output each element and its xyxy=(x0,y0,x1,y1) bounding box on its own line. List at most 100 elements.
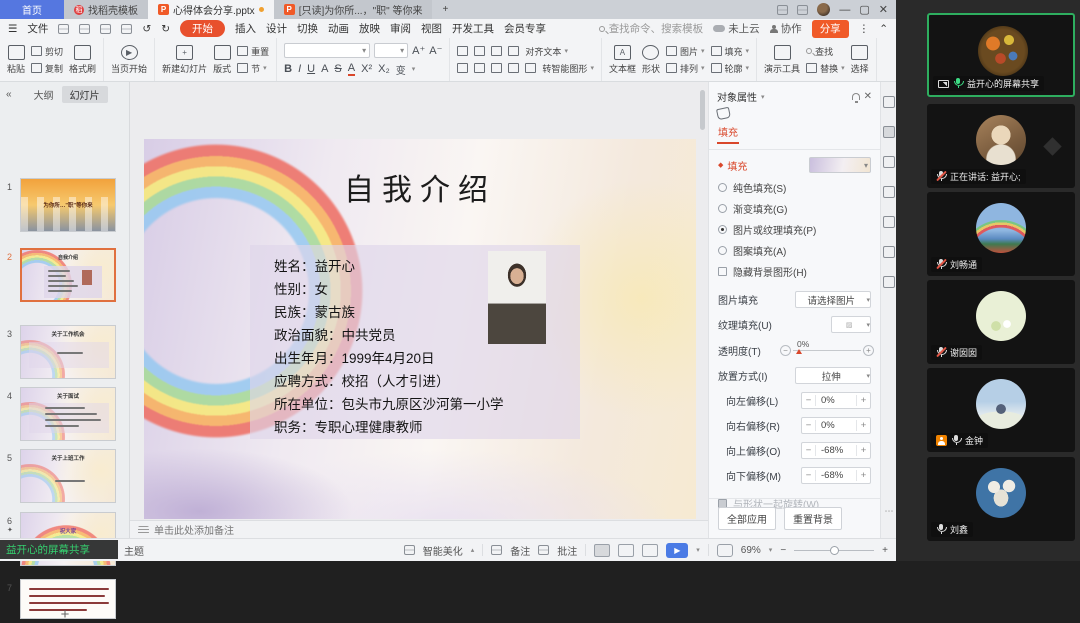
text-effect-button[interactable]: 变 xyxy=(396,62,406,77)
reset-button[interactable]: 重置 xyxy=(237,45,269,58)
share-button[interactable]: 分享 xyxy=(812,20,849,38)
shape-button[interactable]: 形状 xyxy=(642,45,660,75)
strikethrough-button[interactable]: S xyxy=(334,63,341,75)
split-view-icon[interactable] xyxy=(777,5,788,15)
more-panels-icon[interactable]: ⋯ xyxy=(882,506,896,517)
slide-fields[interactable]: 姓名：益开心 性别：女 民族：蒙古族 政治面貌：中共党员 出生年月：1999年4… xyxy=(274,255,504,439)
menu-slideshow[interactable]: 放映 xyxy=(359,21,380,36)
idea-icon[interactable] xyxy=(883,246,895,258)
superscript-button[interactable]: X² xyxy=(361,63,372,75)
outline-button[interactable]: 轮廓▾ xyxy=(711,62,750,75)
option-picture-fill[interactable]: 图片或纹理填充(P) xyxy=(718,222,871,237)
option-pattern-fill[interactable]: 图案填充(A) xyxy=(718,243,871,258)
align-left-icon[interactable] xyxy=(457,63,468,73)
close-panel-icon[interactable]: ✕ xyxy=(864,91,872,102)
font-size-combobox[interactable]: ▾ xyxy=(374,43,408,58)
recommend-icon[interactable] xyxy=(883,96,895,108)
smart-beautify-button[interactable]: 智能美化 xyxy=(423,543,463,558)
zoom-slider[interactable] xyxy=(794,550,874,551)
notes-bar[interactable]: 单击此处添加备注 xyxy=(130,520,708,538)
participant-tile[interactable]: 刘畅通 xyxy=(927,192,1075,276)
offset-down-stepper[interactable]: −-68%+ xyxy=(801,467,871,484)
format-painter-button[interactable]: 格式刷 xyxy=(69,45,96,75)
slide-thumbnail-5[interactable]: 关于上班工作 xyxy=(20,449,116,503)
participant-tile[interactable]: 金钟 xyxy=(927,368,1075,452)
increase-indent-icon[interactable] xyxy=(508,46,519,56)
menu-design[interactable]: 设计 xyxy=(266,21,287,36)
slideshow-play-button[interactable]: ▶ xyxy=(666,543,688,558)
participant-tile[interactable]: 刘鑫 xyxy=(927,457,1075,541)
copy-button[interactable]: 复制 xyxy=(31,62,63,75)
undo-icon[interactable]: ↺ xyxy=(142,23,151,35)
more-menu-icon[interactable]: ⋮ xyxy=(859,23,870,35)
decrease-indent-icon[interactable] xyxy=(491,46,502,56)
pin-icon[interactable] xyxy=(852,93,860,100)
notes-button[interactable]: 备注 xyxy=(510,543,530,558)
picture-button[interactable]: 图片▾ xyxy=(666,45,705,58)
menu-devtools[interactable]: 开发工具 xyxy=(452,21,494,36)
command-search[interactable]: 查找命令、搜索模板 xyxy=(599,21,704,36)
texture-fill-dropdown[interactable]: ▨▾ xyxy=(831,316,871,333)
arrange-button[interactable]: 排列▾ xyxy=(666,62,705,75)
user-avatar[interactable] xyxy=(817,3,830,16)
slider-thumb[interactable] xyxy=(796,349,802,354)
offset-left-stepper[interactable]: −0%+ xyxy=(801,392,871,409)
option-solid-fill[interactable]: 纯色填充(S) xyxy=(718,180,871,195)
save-icon[interactable] xyxy=(58,24,69,34)
redo-icon[interactable]: ↻ xyxy=(161,23,170,35)
menu-animation[interactable]: 动画 xyxy=(328,21,349,36)
replace-button[interactable]: 替换▾ xyxy=(806,62,845,75)
cut-button[interactable]: 剪切 xyxy=(31,45,63,58)
offset-right-stepper[interactable]: −0%+ xyxy=(801,417,871,434)
line-spacing-icon[interactable] xyxy=(525,63,536,73)
menu-insert[interactable]: 插入 xyxy=(235,21,256,36)
new-tab-button[interactable]: + xyxy=(432,0,458,19)
new-slide-button[interactable]: +新建幻灯片 xyxy=(162,45,207,75)
picture-fill-dropdown[interactable]: 请选择图片▾ xyxy=(795,291,871,308)
participant-tile-sharing[interactable]: 益开心的屏幕共享 xyxy=(927,13,1075,97)
panel-title-caret[interactable]: ▾ xyxy=(761,93,765,101)
increase-icon[interactable]: + xyxy=(863,345,874,356)
menu-start[interactable]: 开始 xyxy=(180,20,225,37)
slide-title[interactable]: 自我介绍 xyxy=(144,165,696,209)
shrink-font-icon[interactable]: A⁻ xyxy=(429,44,442,57)
menu-file[interactable]: 文件 xyxy=(27,21,48,36)
subscript-button[interactable]: X₂ xyxy=(378,63,390,75)
find-button[interactable]: 查找 xyxy=(806,45,845,58)
tab-current-document[interactable]: P心得体会分享.pptx xyxy=(148,0,274,19)
align-text-button[interactable]: 对齐文本▾ xyxy=(525,45,568,58)
reset-background-button[interactable]: 重置背景 xyxy=(784,507,842,530)
tab-docer[interactable]: 稻找稻壳模板 xyxy=(64,0,148,19)
properties-sliders-icon[interactable] xyxy=(883,126,895,138)
reference-icon[interactable] xyxy=(883,276,895,288)
output-icon[interactable] xyxy=(79,24,90,34)
zoom-in-button[interactable]: + xyxy=(882,545,888,556)
option-gradient-fill[interactable]: 渐变填充(G) xyxy=(718,201,871,216)
slide-thumbnail-2[interactable]: 自我介绍 xyxy=(20,248,116,302)
collaborate-button[interactable]: 协作 xyxy=(770,21,802,36)
menu-review[interactable]: 审阅 xyxy=(390,21,411,36)
placement-dropdown[interactable]: 拉伸▾ xyxy=(795,367,871,384)
paste-button[interactable]: 粘贴 xyxy=(7,45,25,75)
apply-all-button[interactable]: 全部应用 xyxy=(718,507,776,530)
bullets-icon[interactable] xyxy=(457,46,468,56)
participant-tile-speaking[interactable]: 正在讲话: 益开心; xyxy=(927,104,1075,188)
zoom-slider-thumb[interactable] xyxy=(830,546,839,555)
font-name-combobox[interactable]: ▾ xyxy=(284,43,370,58)
tab-outline[interactable]: 大纲 xyxy=(34,87,54,102)
slide-thumbnail-4[interactable]: 关于面试 xyxy=(20,387,116,441)
slide-sorter-icon[interactable] xyxy=(618,544,634,557)
effects-icon[interactable] xyxy=(883,156,895,168)
tab-home[interactable]: 首页 xyxy=(0,0,64,19)
add-slide-button[interactable]: + xyxy=(0,606,130,623)
menu-view[interactable]: 视图 xyxy=(421,21,442,36)
menu-member[interactable]: 会员专享 xyxy=(504,21,546,36)
menu-transition[interactable]: 切换 xyxy=(297,21,318,36)
fill-tab[interactable]: 填充 xyxy=(717,122,739,144)
comments-button[interactable]: 批注 xyxy=(557,543,577,558)
normal-view-icon[interactable] xyxy=(594,544,610,557)
collapse-panel-button[interactable]: « xyxy=(6,89,12,100)
layout-button[interactable]: 版式 xyxy=(213,45,231,75)
transparency-slider[interactable]: − 0% + xyxy=(783,341,871,359)
tab-readonly-document[interactable]: P[只读]为你所...，"职" 等你来 xyxy=(274,0,433,19)
